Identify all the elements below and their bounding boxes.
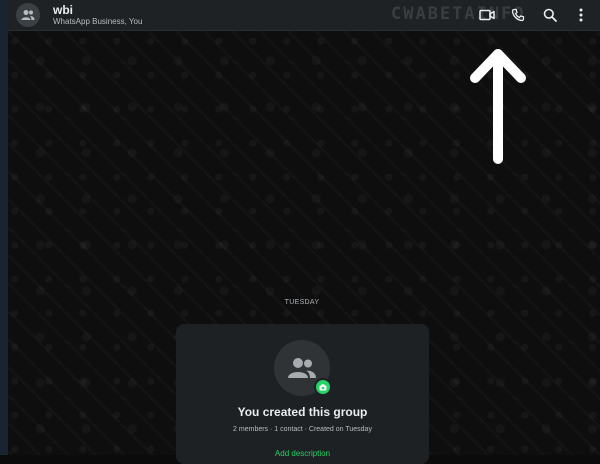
chat-header: wbi WhatsApp Business, You CWABETAINFO [8, 0, 600, 31]
chat-participants: WhatsApp Business, You [53, 17, 143, 26]
group-icon [288, 358, 316, 378]
search-icon [543, 8, 557, 22]
chat-name: wbi [53, 3, 73, 17]
camera-icon [319, 383, 327, 390]
voice-call-button[interactable] [508, 5, 528, 25]
more-options-icon [579, 8, 583, 22]
annotation-arrow-icon [470, 49, 526, 164]
watermark-logo: CWABETAINFO [391, 4, 526, 24]
group-avatar[interactable] [16, 3, 40, 27]
left-window-edge [0, 0, 8, 455]
group-created-title: You created this group [237, 405, 368, 419]
voice-call-icon [511, 8, 525, 22]
chat-title-block[interactable]: wbi WhatsApp Business, You [53, 3, 142, 27]
add-photo-button[interactable] [314, 378, 332, 396]
group-created-card: You created this group 2 members · 1 con… [176, 324, 429, 464]
more-options-button[interactable] [571, 5, 591, 25]
video-call-icon [479, 9, 495, 21]
group-avatar-icon [21, 10, 35, 20]
add-description-link[interactable]: Add description [176, 449, 429, 458]
group-created-meta: 2 members · 1 contact · Created on Tuesd… [233, 426, 372, 433]
date-divider: TUESDAY [284, 299, 320, 306]
search-button[interactable] [540, 5, 560, 25]
video-call-button[interactable] [477, 5, 497, 25]
